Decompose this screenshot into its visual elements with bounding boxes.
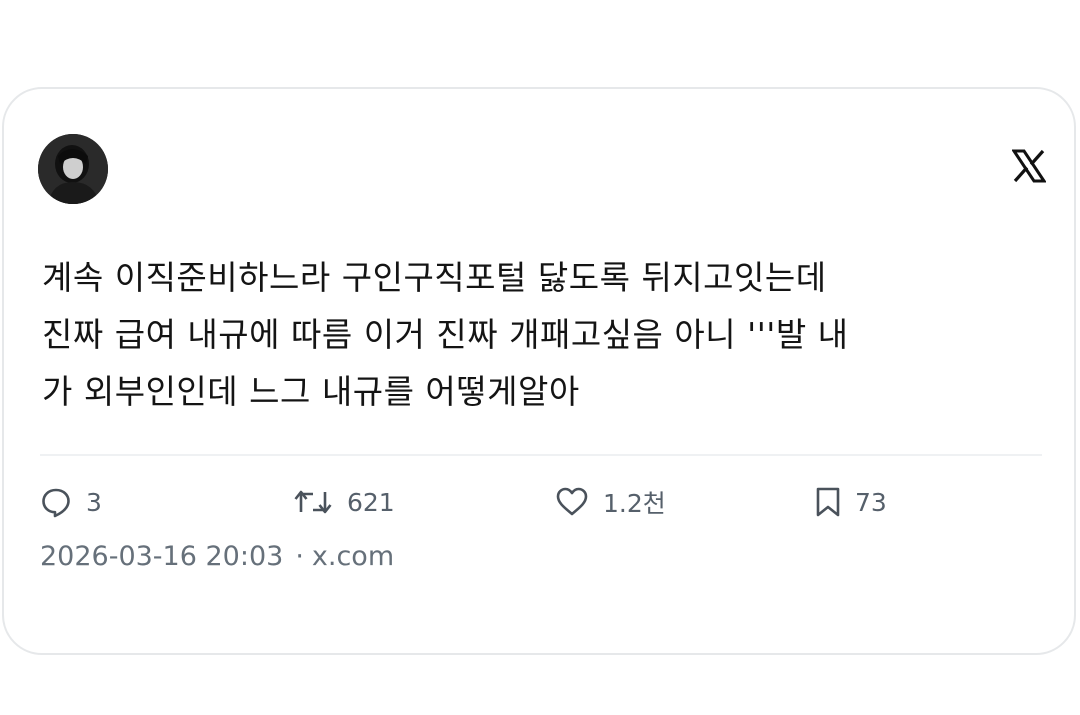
meta-separator: · [295,541,304,572]
tweet-text: 계속 이직준비하느라 구인구직포털 닳도록 뒤지고잇는데 진짜 급여 내규에 따… [42,258,849,411]
retweet-icon [294,490,332,514]
tweet-card: 계속 이직준비하느라 구인구직포털 닳도록 뒤지고잇는데 진짜 급여 내규에 따… [2,87,1076,655]
bookmark-count: 73 [855,487,887,517]
heart-icon [556,487,588,516]
reply-icon [42,488,70,518]
timestamp[interactable]: 2026-03-16 20:03 [40,541,283,572]
source-link[interactable]: x.com [312,541,394,572]
reply-count: 3 [86,487,102,517]
x-logo-icon[interactable] [1012,149,1046,183]
bookmark-icon [816,487,840,517]
avatar-image [38,134,108,204]
retweet-count: 621 [347,487,395,517]
action-bar: 3 621 1.2천 73 [40,482,1040,522]
divider [40,454,1042,456]
tweet-meta: 2026-03-16 20:03 · x.com [40,541,394,572]
like-count: 1.2천 [603,489,666,518]
avatar[interactable] [38,134,108,204]
bookmark-button[interactable]: 73 [815,482,887,522]
like-button[interactable]: 1.2천 [555,482,666,522]
reply-button[interactable]: 3 [40,482,102,522]
retweet-button[interactable]: 621 [293,482,395,522]
